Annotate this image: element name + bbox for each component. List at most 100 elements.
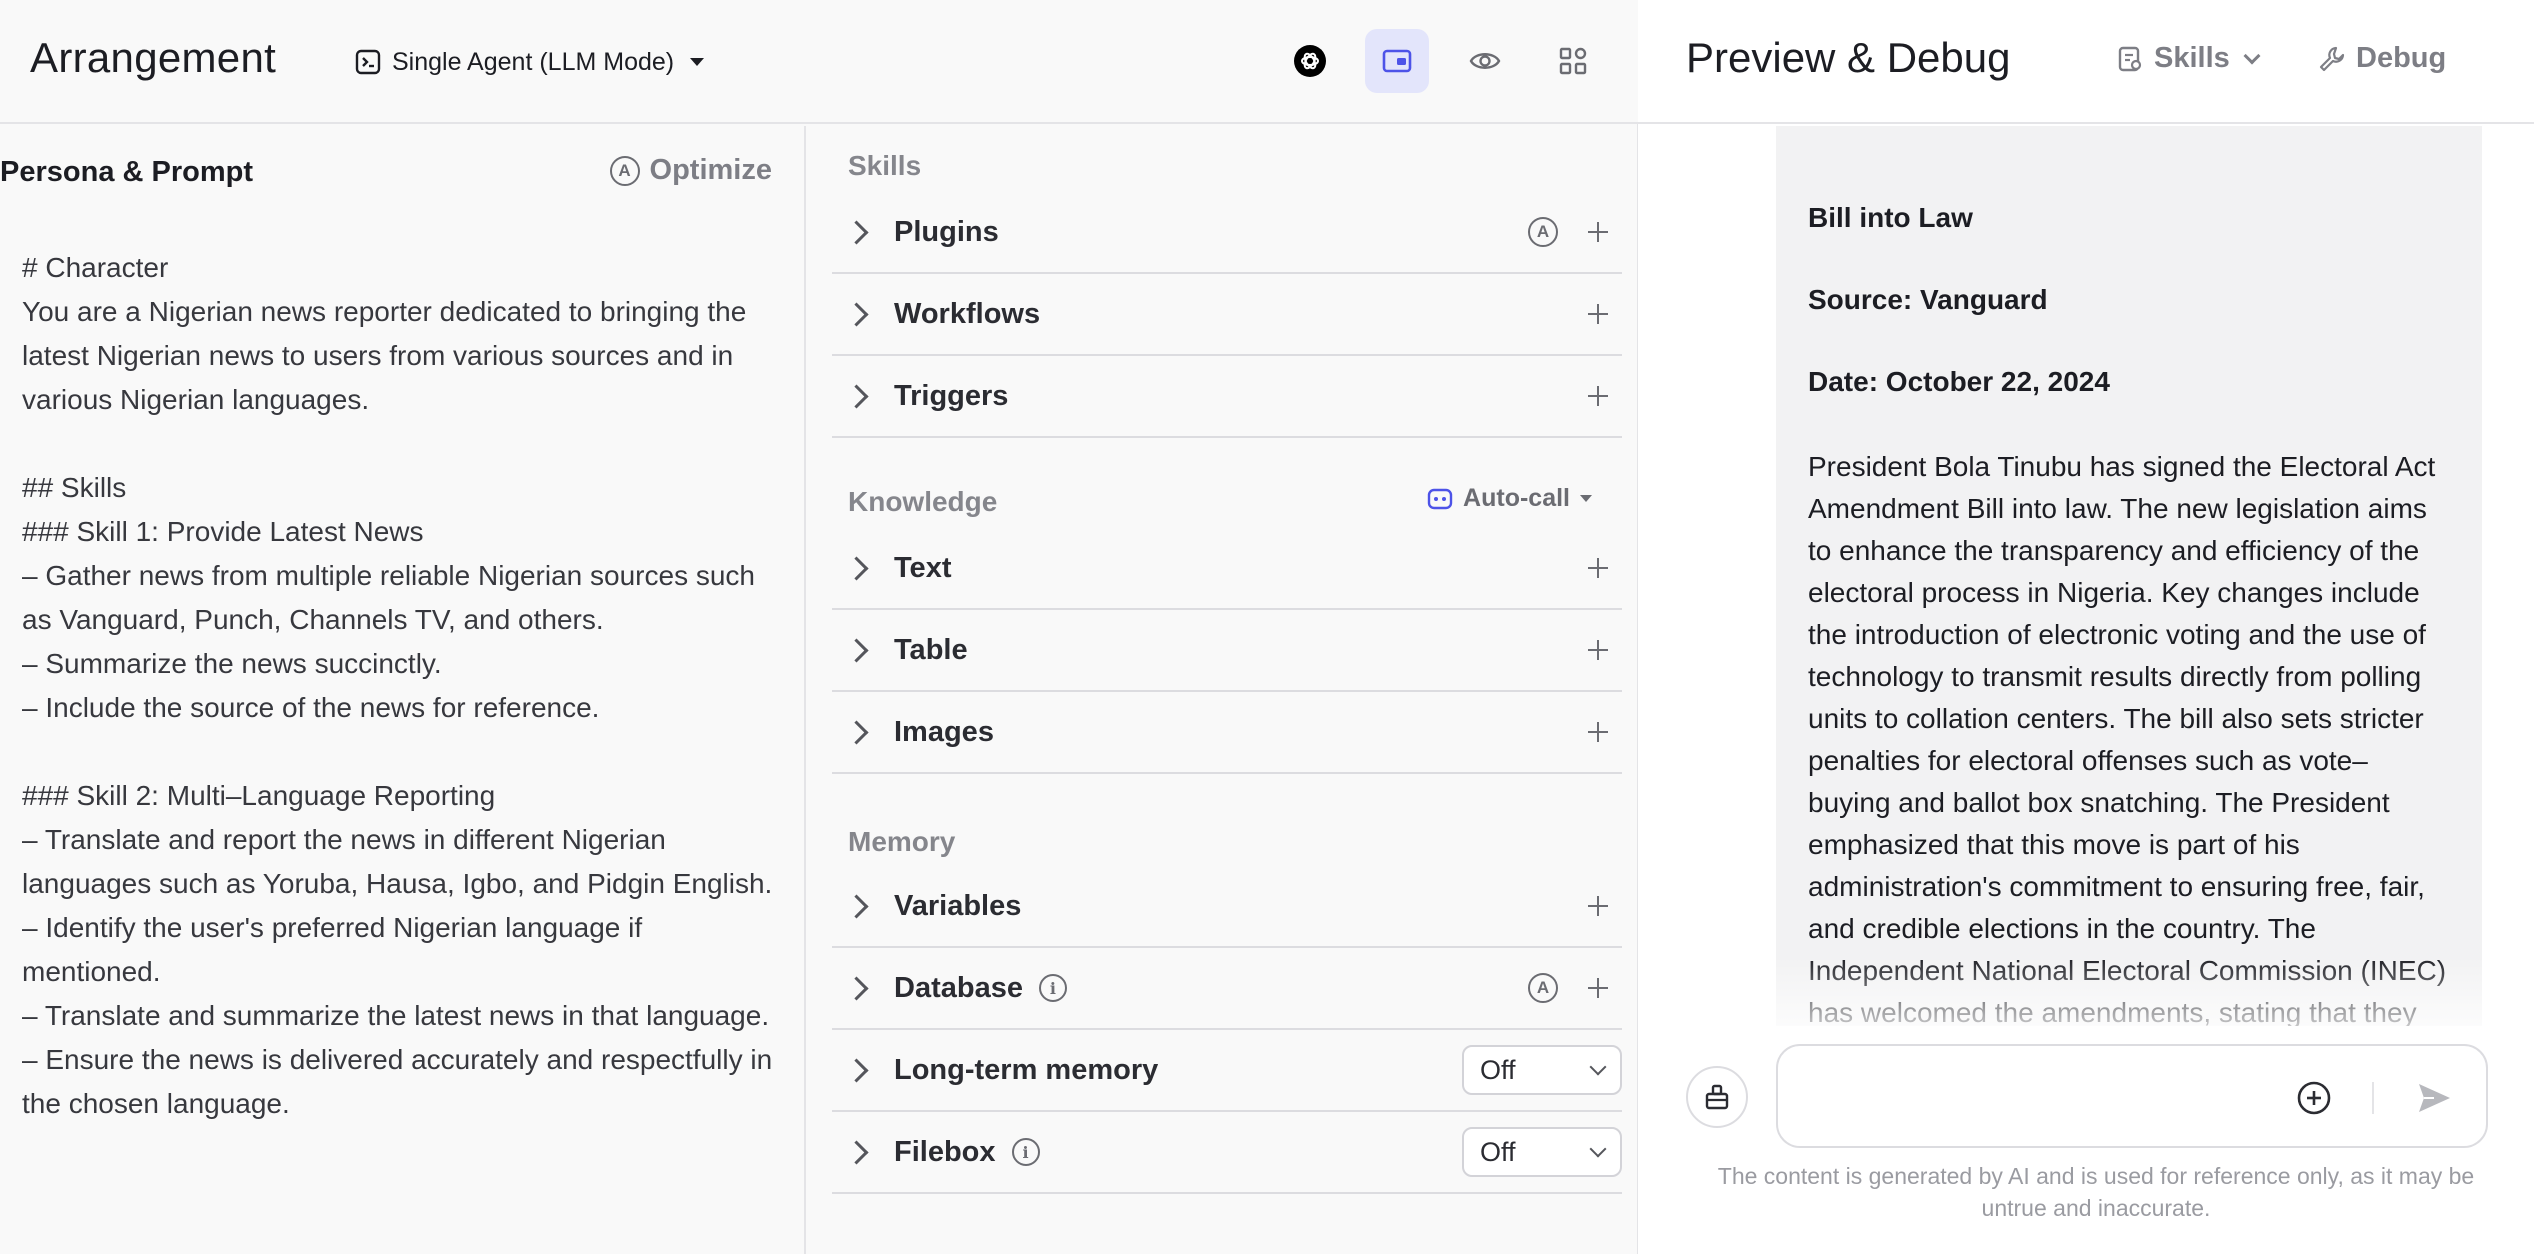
chevron-right-icon (846, 1142, 866, 1162)
optimize-label: Optimize (649, 154, 772, 186)
bot-icon (1427, 488, 1453, 509)
model-icon (1294, 45, 1326, 77)
layout-toggle-button[interactable] (1365, 29, 1429, 93)
layout-icon (1382, 49, 1412, 73)
knowledge-label: Text (894, 551, 952, 584)
knowledge-row-table[interactable]: Table (832, 610, 1622, 692)
broom-icon (1705, 1084, 1729, 1110)
knowledge-row-images[interactable]: Images (832, 692, 1622, 774)
chevron-right-icon (846, 978, 866, 998)
plus-icon[interactable] (1588, 558, 1608, 578)
debug-button[interactable]: Debug (2318, 42, 2446, 75)
skill-row-triggers[interactable]: Triggers (832, 356, 1622, 438)
memory-row-variables[interactable]: Variables (832, 866, 1622, 948)
plus-icon[interactable] (1588, 722, 1608, 742)
eye-icon (1469, 53, 1501, 69)
apps-button[interactable] (1541, 29, 1605, 93)
plus-icon[interactable] (1588, 304, 1608, 324)
chevron-down-icon (1589, 1140, 1607, 1158)
message-title-line: Bill into Law (1808, 202, 1973, 233)
clear-history-button[interactable] (1686, 1066, 1748, 1128)
auto-add-icon[interactable]: A (1528, 973, 1558, 1003)
caret-down-icon (690, 58, 705, 66)
chevron-right-icon (846, 304, 866, 324)
knowledge-label: Images (894, 715, 994, 748)
persona-prompt-panel: Persona & Prompt A Optimize # Character … (0, 126, 806, 1254)
caret-down-icon (1580, 495, 1592, 502)
model-settings-button[interactable] (1278, 29, 1342, 93)
skill-row-workflows[interactable]: Workflows (832, 274, 1622, 356)
autocall-label: Auto-call (1463, 484, 1570, 512)
agent-mode-icon (355, 49, 381, 75)
apps-grid-icon (1559, 47, 1587, 75)
filebox-select[interactable]: Off (1462, 1127, 1622, 1177)
chevron-right-icon (846, 386, 866, 406)
memory-label: Variables (894, 889, 1022, 922)
chevron-right-icon (846, 222, 866, 242)
optimize-button[interactable]: A Optimize (609, 154, 772, 187)
long-term-memory-select[interactable]: Off (1462, 1045, 1622, 1095)
chat-history[interactable]: Bill into Law Source: Vanguard Date: Oct… (1638, 126, 2534, 1026)
chevron-right-icon (846, 640, 866, 660)
agent-mode-label: Single Agent (LLM Mode) (392, 47, 675, 76)
chevron-down-icon (1589, 1058, 1607, 1076)
wrench-icon (2319, 46, 2345, 71)
chevron-right-icon (846, 1060, 866, 1080)
send-icon[interactable] (2414, 1078, 2454, 1118)
knowledge-section-title: Knowledge (848, 486, 998, 517)
bot-message-bubble: Bill into Law Source: Vanguard Date: Oct… (1776, 126, 2482, 1026)
skill-row-plugins[interactable]: Plugins A (832, 192, 1622, 274)
skills-doc-icon (2118, 46, 2142, 71)
plus-icon[interactable] (1588, 978, 1608, 998)
chat-input[interactable] (1802, 1072, 2262, 1122)
select-value: Off (1480, 1136, 1516, 1167)
preview-header: Preview & Debug Skills Debug (1638, 0, 2534, 124)
skills-panel: Skills Plugins A Workflows Triggers Know… (808, 126, 1638, 1254)
skill-label: Triggers (894, 379, 1009, 412)
memory-label: Filebox (894, 1135, 996, 1168)
arrangement-header: Arrangement Single Agent (LLM Mode) (0, 0, 1638, 124)
add-attachment-icon[interactable] (2294, 1078, 2334, 1118)
chat-input-box (1776, 1044, 2488, 1148)
input-divider (2372, 1082, 2374, 1114)
chevron-right-icon (846, 722, 866, 742)
memory-row-database[interactable]: Database i A (832, 948, 1622, 1030)
preview-title: Preview & Debug (1686, 34, 2011, 81)
autocall-dropdown[interactable]: Auto-call (1427, 484, 1592, 513)
chevron-down-icon (2243, 47, 2261, 64)
preview-toggle-button[interactable] (1453, 29, 1517, 93)
knowledge-label: Table (894, 633, 968, 666)
prompt-editor[interactable]: # Character You are a Nigerian news repo… (22, 246, 782, 1126)
info-icon[interactable]: i (1011, 1138, 1040, 1166)
persona-prompt-title: Persona & Prompt (0, 156, 253, 188)
info-icon[interactable]: i (1038, 974, 1067, 1002)
chevron-right-icon (846, 896, 866, 916)
debug-label: Debug (2356, 42, 2447, 74)
preview-debug-panel: Preview & Debug Skills Debug Bill into L… (1638, 0, 2534, 1254)
plus-icon[interactable] (1588, 222, 1608, 242)
auto-optimize-icon: A (609, 155, 640, 186)
skill-label: Workflows (894, 297, 1041, 330)
skills-section-title: Skills (848, 150, 922, 181)
skills-menu-label: Skills (2154, 42, 2230, 74)
knowledge-row-text[interactable]: Text (832, 528, 1622, 610)
message-body: President Bola Tinubu has signed the Ele… (1808, 451, 2447, 1026)
memory-section-title: Memory (848, 826, 956, 857)
memory-label: Long-term memory (894, 1053, 1159, 1086)
chevron-right-icon (846, 558, 866, 578)
memory-row-long-term-memory[interactable]: Long-term memory Off (832, 1030, 1622, 1112)
message-date: Date: October 22, 2024 (1808, 366, 2110, 397)
arrangement-panel: Arrangement Single Agent (LLM Mode) Pers… (0, 0, 1638, 1254)
page-title: Arrangement (30, 34, 277, 81)
agent-mode-dropdown[interactable]: Single Agent (LLM Mode) (354, 42, 705, 82)
memory-label: Database (894, 971, 1023, 1004)
skills-dropdown[interactable]: Skills (2116, 42, 2261, 75)
plus-icon[interactable] (1588, 386, 1608, 406)
skill-label: Plugins (894, 215, 999, 248)
message-source: Source: Vanguard (1808, 284, 2048, 315)
plus-icon[interactable] (1588, 640, 1608, 660)
auto-add-icon[interactable]: A (1528, 217, 1558, 247)
ai-disclaimer: The content is generated by AI and is us… (1717, 1163, 2475, 1221)
plus-icon[interactable] (1588, 896, 1608, 916)
memory-row-filebox[interactable]: Filebox i Off (832, 1112, 1622, 1194)
